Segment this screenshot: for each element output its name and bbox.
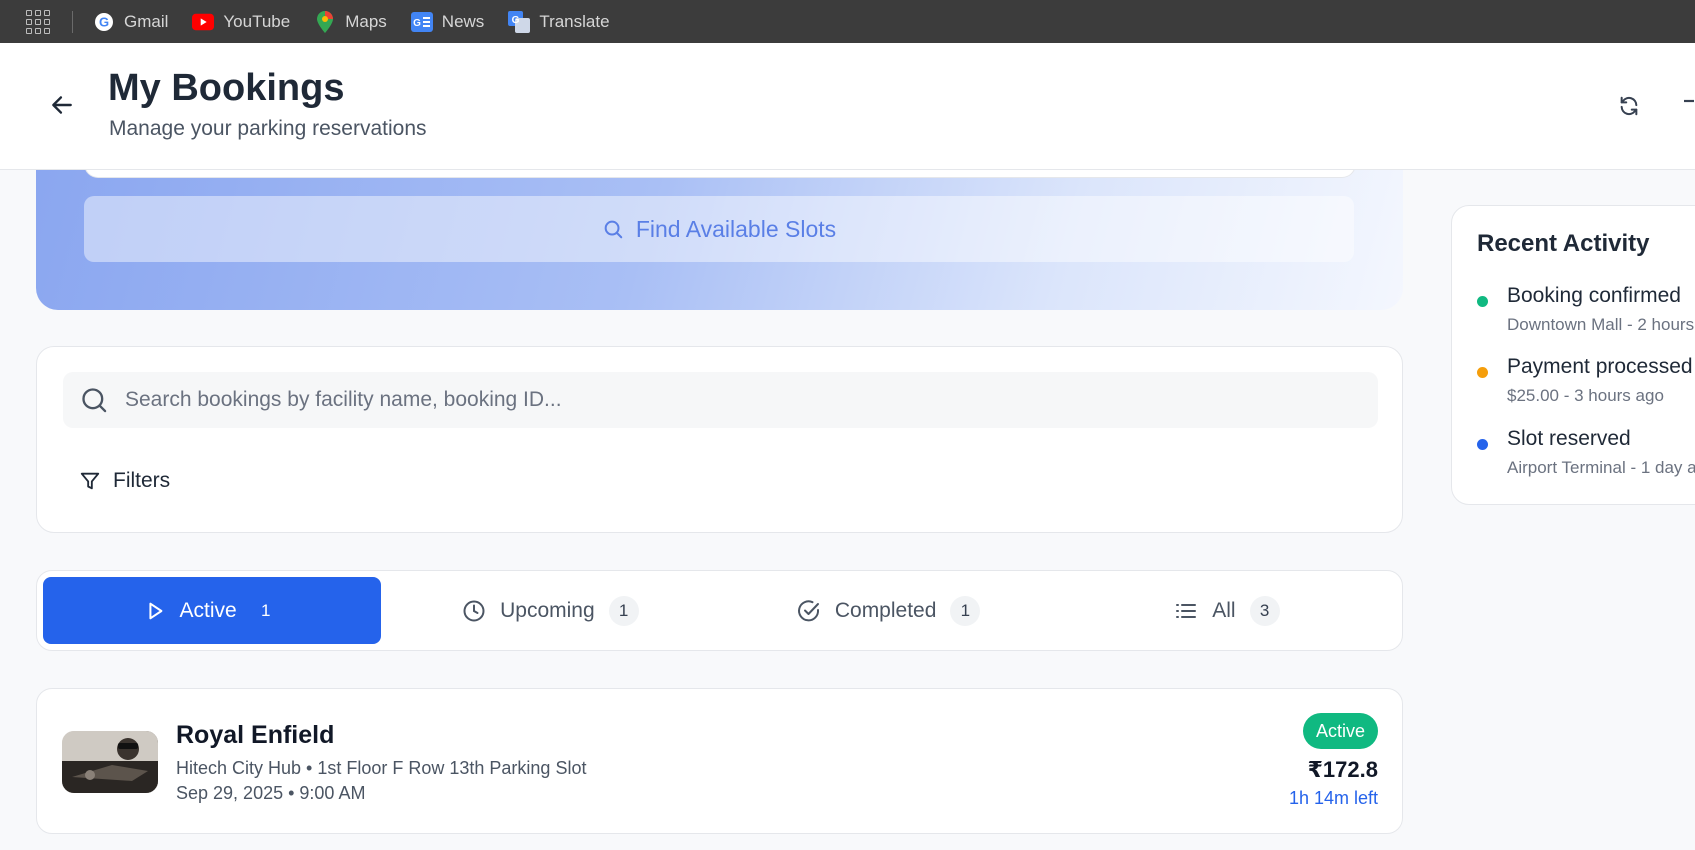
search-box (63, 372, 1378, 428)
tab-label: Completed (834, 598, 937, 622)
activity-title: Payment processed (1507, 355, 1693, 378)
google-icon: G (93, 11, 115, 33)
bookmark-news[interactable]: G News (410, 11, 485, 33)
apps-grid-icon[interactable] (26, 9, 50, 34)
status-badge: Active (1302, 713, 1378, 749)
booking-tabs: Active 1 Upcoming 1 Completed 1 All 3 (36, 570, 1403, 651)
more-icon (1684, 99, 1694, 103)
bookmark-label: Maps (345, 11, 387, 31)
bookmark-label: Translate (539, 11, 610, 31)
news-icon: G (410, 11, 433, 33)
status-dot-icon (1477, 439, 1488, 450)
find-available-slots-label: Find Available Slots (635, 215, 837, 242)
booking-price: ₹172.8 (1307, 757, 1378, 782)
activity-title: Booking confirmed (1507, 284, 1681, 307)
check-circle-icon (797, 599, 819, 621)
clock-icon (463, 600, 485, 621)
bookmark-maps[interactable]: Maps (314, 10, 387, 33)
recent-activity-panel: Recent Activity Booking confirmed Downto… (1451, 205, 1695, 505)
tab-active[interactable]: Active 1 (43, 577, 382, 644)
bookmark-label: Gmail (124, 11, 169, 31)
tab-count-badge: 1 (260, 600, 271, 620)
search-filter-card: Filters (36, 346, 1403, 533)
booking-location: Hitech City Hub • 1st Floor F Row 13th P… (176, 758, 587, 778)
tab-label: Active (179, 598, 237, 622)
youtube-icon (192, 11, 215, 33)
booking-vehicle-name: Royal Enfield (176, 721, 335, 749)
refresh-button[interactable] (1614, 91, 1644, 121)
find-available-slots-button[interactable]: Find Available Slots (84, 196, 1354, 262)
bookmark-youtube[interactable]: YouTube (192, 11, 290, 33)
search-bookings-input[interactable] (123, 387, 1327, 413)
translate-icon: G (508, 10, 531, 33)
filter-icon (80, 472, 100, 490)
svg-text:G: G (413, 18, 421, 29)
page-title: My Bookings (108, 67, 345, 109)
maps-icon (314, 10, 336, 33)
booking-time-left: 1h 14m left (1288, 788, 1378, 808)
tab-label: Upcoming (500, 598, 595, 622)
svg-text:G: G (99, 14, 109, 29)
tab-label: All (1212, 598, 1236, 622)
activity-subtitle: Airport Terminal - 1 day ago (1507, 458, 1695, 477)
tab-completed[interactable]: Completed 1 (720, 577, 1058, 644)
tab-all[interactable]: All 3 (1058, 577, 1396, 644)
arrow-left-icon (52, 96, 72, 114)
booking-card[interactable]: Royal Enfield Hitech City Hub • 1st Floo… (36, 688, 1403, 834)
filters-button[interactable]: Filters (79, 469, 170, 493)
status-dot-icon (1477, 367, 1488, 378)
more-menu-button[interactable] (1682, 91, 1695, 121)
refresh-icon (1620, 96, 1638, 116)
bookmark-gmail[interactable]: G Gmail (93, 11, 168, 33)
back-button[interactable] (46, 89, 78, 121)
search-icon (604, 220, 623, 239)
bookmark-translate[interactable]: G Translate (508, 10, 610, 33)
bookmark-label: News (441, 11, 485, 31)
list-icon (1176, 603, 1197, 618)
tab-upcoming[interactable]: Upcoming 1 (381, 577, 719, 644)
bookmarks-divider (72, 10, 73, 33)
filters-label: Filters (113, 469, 171, 492)
activity-subtitle: Downtown Mall - 2 hours ago (1507, 315, 1695, 334)
booking-thumbnail (62, 731, 158, 793)
activity-title: Slot reserved (1507, 427, 1631, 450)
recent-activity-title: Recent Activity (1477, 230, 1650, 257)
activity-subtitle: $25.00 - 3 hours ago (1507, 386, 1664, 405)
svg-text:G: G (512, 15, 520, 26)
tab-count-badge: 3 (1249, 595, 1280, 626)
status-dot-icon (1477, 296, 1488, 307)
booking-datetime: Sep 29, 2025 • 9:00 AM (176, 783, 366, 803)
play-icon (148, 602, 162, 619)
page-subtitle: Manage your parking reservations (109, 117, 427, 140)
bookmarks-bar: G Gmail YouTube Maps G News G Translate (0, 0, 1695, 43)
tab-count-badge: 1 (950, 595, 981, 626)
bookmark-label: YouTube (223, 11, 291, 31)
search-icon (82, 388, 107, 413)
page-header: My Bookings Manage your parking reservat… (0, 43, 1695, 170)
tab-count-badge: 1 (608, 595, 639, 626)
